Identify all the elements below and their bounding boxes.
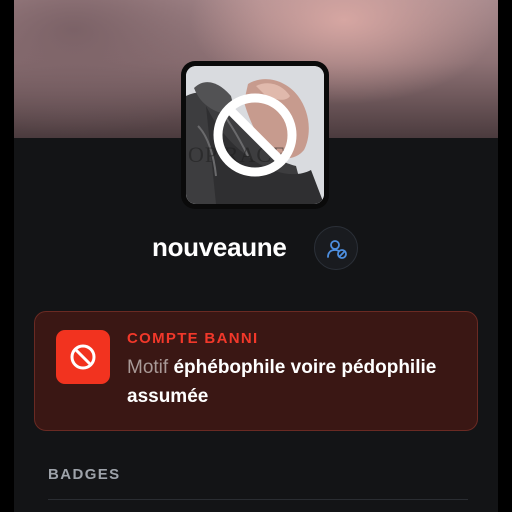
ban-icon-badge	[56, 330, 110, 384]
profile-screen: OP RACE nouveaune COMPTE BANNI Motif éph…	[0, 0, 512, 512]
avatar[interactable]: OP RACE	[186, 66, 324, 204]
ban-reason-prefix: Motif	[127, 357, 169, 378]
ban-icon	[213, 93, 297, 177]
ban-notice-card: COMPTE BANNI Motif éphébophile voire péd…	[34, 311, 478, 431]
badges-divider	[48, 499, 468, 500]
username: nouveaune	[152, 232, 287, 262]
user-status-button[interactable]	[314, 226, 358, 270]
ban-icon	[70, 344, 96, 370]
ban-reason-text: éphébophile voire pédophilie assumée	[127, 357, 437, 407]
ban-title: COMPTE BANNI	[127, 330, 259, 347]
profile-panel: OP RACE nouveaune COMPTE BANNI Motif éph…	[14, 0, 498, 512]
user-blocked-icon	[327, 240, 347, 259]
avatar-frame: OP RACE	[181, 61, 329, 209]
badges-section-title: BADGES	[48, 466, 121, 483]
ban-reason: Motif éphébophile voire pédophilie assum…	[127, 353, 457, 411]
username-row: nouveaune	[14, 226, 498, 272]
